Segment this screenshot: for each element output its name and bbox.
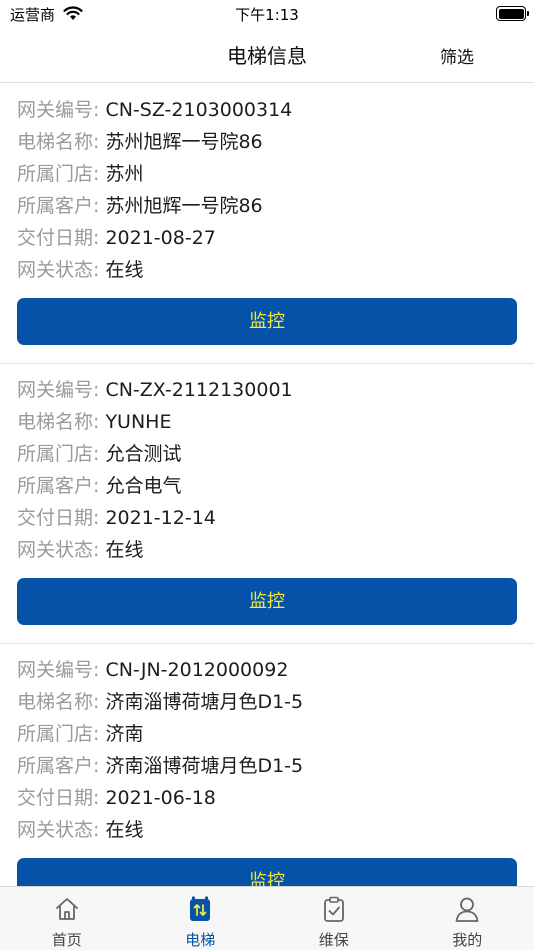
tab-label: 首页 (51, 931, 82, 949)
gateway-id-value: CN-ZX-2112130001 (105, 379, 293, 401)
filter-button[interactable]: 筛选 (440, 43, 474, 68)
elevator-name-row: 电梯名称: 济南淄博荷塘月色D1-5 (17, 686, 517, 718)
tab-label: 我的 (452, 931, 483, 949)
store-value: 允合测试 (105, 443, 182, 465)
tab-home[interactable]: 首页 (0, 887, 134, 950)
field-label: 网关编号: (17, 99, 100, 121)
tab-label: 电梯 (185, 931, 216, 949)
store-value: 济南 (105, 723, 144, 745)
gateway-id-row: 网关编号: CN-ZX-2112130001 (17, 374, 517, 406)
gateway-status-value: 在线 (105, 539, 144, 561)
elevator-name-row: 电梯名称: 苏州旭辉一号院86 (17, 126, 517, 158)
customer-row: 所属客户: 济南淄博荷塘月色D1-5 (17, 750, 517, 782)
elevator-icon (190, 896, 211, 921)
field-label: 所属门店: (17, 723, 100, 745)
field-label: 网关编号: (17, 659, 100, 681)
delivery-date-value: 2021-12-14 (105, 507, 216, 529)
delivery-date-row: 交付日期: 2021-06-18 (17, 782, 517, 814)
tab-bar: 首页 电梯 维保 我的 (0, 886, 534, 950)
elevator-list[interactable]: 网关编号: CN-SZ-2103000314 电梯名称: 苏州旭辉一号院86 所… (0, 84, 534, 886)
customer-row: 所属客户: 苏州旭辉一号院86 (17, 190, 517, 222)
field-label: 所属门店: (17, 443, 100, 465)
field-label: 网关状态: (17, 819, 100, 841)
field-label: 交付日期: (17, 227, 100, 249)
navigation-bar: 电梯信息 筛选 (0, 28, 534, 83)
field-label: 所属客户: (17, 475, 100, 497)
tab-maintenance[interactable]: 维保 (267, 887, 401, 950)
tab-mine[interactable]: 我的 (401, 887, 534, 950)
home-icon (55, 898, 78, 920)
battery-icon (496, 6, 529, 21)
clock: 下午1:13 (235, 6, 299, 24)
field-label: 所属客户: (17, 195, 100, 217)
elevator-name-value: YUNHE (105, 411, 172, 433)
store-row: 所属门店: 济南 (17, 718, 517, 750)
field-label: 电梯名称: (17, 131, 100, 153)
elevator-card: 网关编号: CN-ZX-2112130001 电梯名称: YUNHE 所属门店:… (0, 364, 534, 644)
elevator-name-value: 苏州旭辉一号院86 (105, 131, 263, 153)
elevator-card: 网关编号: CN-JN-2012000092 电梯名称: 济南淄博荷塘月色D1-… (0, 644, 534, 886)
gateway-id-row: 网关编号: CN-JN-2012000092 (17, 654, 517, 686)
field-label: 电梯名称: (17, 691, 100, 713)
monitor-button[interactable]: 监控 (17, 578, 517, 625)
field-label: 网关状态: (17, 539, 100, 561)
delivery-date-row: 交付日期: 2021-08-27 (17, 222, 517, 254)
field-label: 网关编号: (17, 379, 100, 401)
store-row: 所属门店: 允合测试 (17, 438, 517, 470)
monitor-button[interactable]: 监控 (17, 858, 517, 886)
customer-value: 苏州旭辉一号院86 (105, 195, 263, 217)
status-bar: 运营商 下午1:13 (0, 0, 534, 28)
field-label: 交付日期: (17, 507, 100, 529)
gateway-status-value: 在线 (105, 819, 144, 841)
field-label: 交付日期: (17, 787, 100, 809)
delivery-date-value: 2021-06-18 (105, 787, 216, 809)
monitor-button[interactable]: 监控 (17, 298, 517, 345)
gateway-id-row: 网关编号: CN-SZ-2103000314 (17, 94, 517, 126)
gateway-status-row: 网关状态: 在线 (17, 814, 517, 846)
elevator-name-row: 电梯名称: YUNHE (17, 406, 517, 438)
field-label: 网关状态: (17, 259, 100, 281)
tab-label: 维保 (318, 931, 349, 949)
customer-row: 所属客户: 允合电气 (17, 470, 517, 502)
field-label: 电梯名称: (17, 411, 100, 433)
gateway-status-row: 网关状态: 在线 (17, 534, 517, 566)
field-label: 所属客户: (17, 755, 100, 777)
gateway-id-value: CN-JN-2012000092 (105, 659, 289, 681)
delivery-date-row: 交付日期: 2021-12-14 (17, 502, 517, 534)
gateway-id-value: CN-SZ-2103000314 (105, 99, 293, 121)
gateway-status-value: 在线 (105, 259, 144, 281)
elevator-card: 网关编号: CN-SZ-2103000314 电梯名称: 苏州旭辉一号院86 所… (0, 84, 534, 364)
clipboard-check-icon (323, 896, 344, 922)
elevator-name-value: 济南淄博荷塘月色D1-5 (105, 691, 304, 713)
field-label: 所属门店: (17, 163, 100, 185)
user-icon (455, 897, 479, 922)
customer-value: 允合电气 (105, 475, 182, 497)
tab-elevator[interactable]: 电梯 (134, 887, 268, 950)
gateway-status-row: 网关状态: 在线 (17, 254, 517, 286)
delivery-date-value: 2021-08-27 (105, 227, 216, 249)
store-row: 所属门店: 苏州 (17, 158, 517, 190)
customer-value: 济南淄博荷塘月色D1-5 (105, 755, 304, 777)
store-value: 苏州 (105, 163, 144, 185)
